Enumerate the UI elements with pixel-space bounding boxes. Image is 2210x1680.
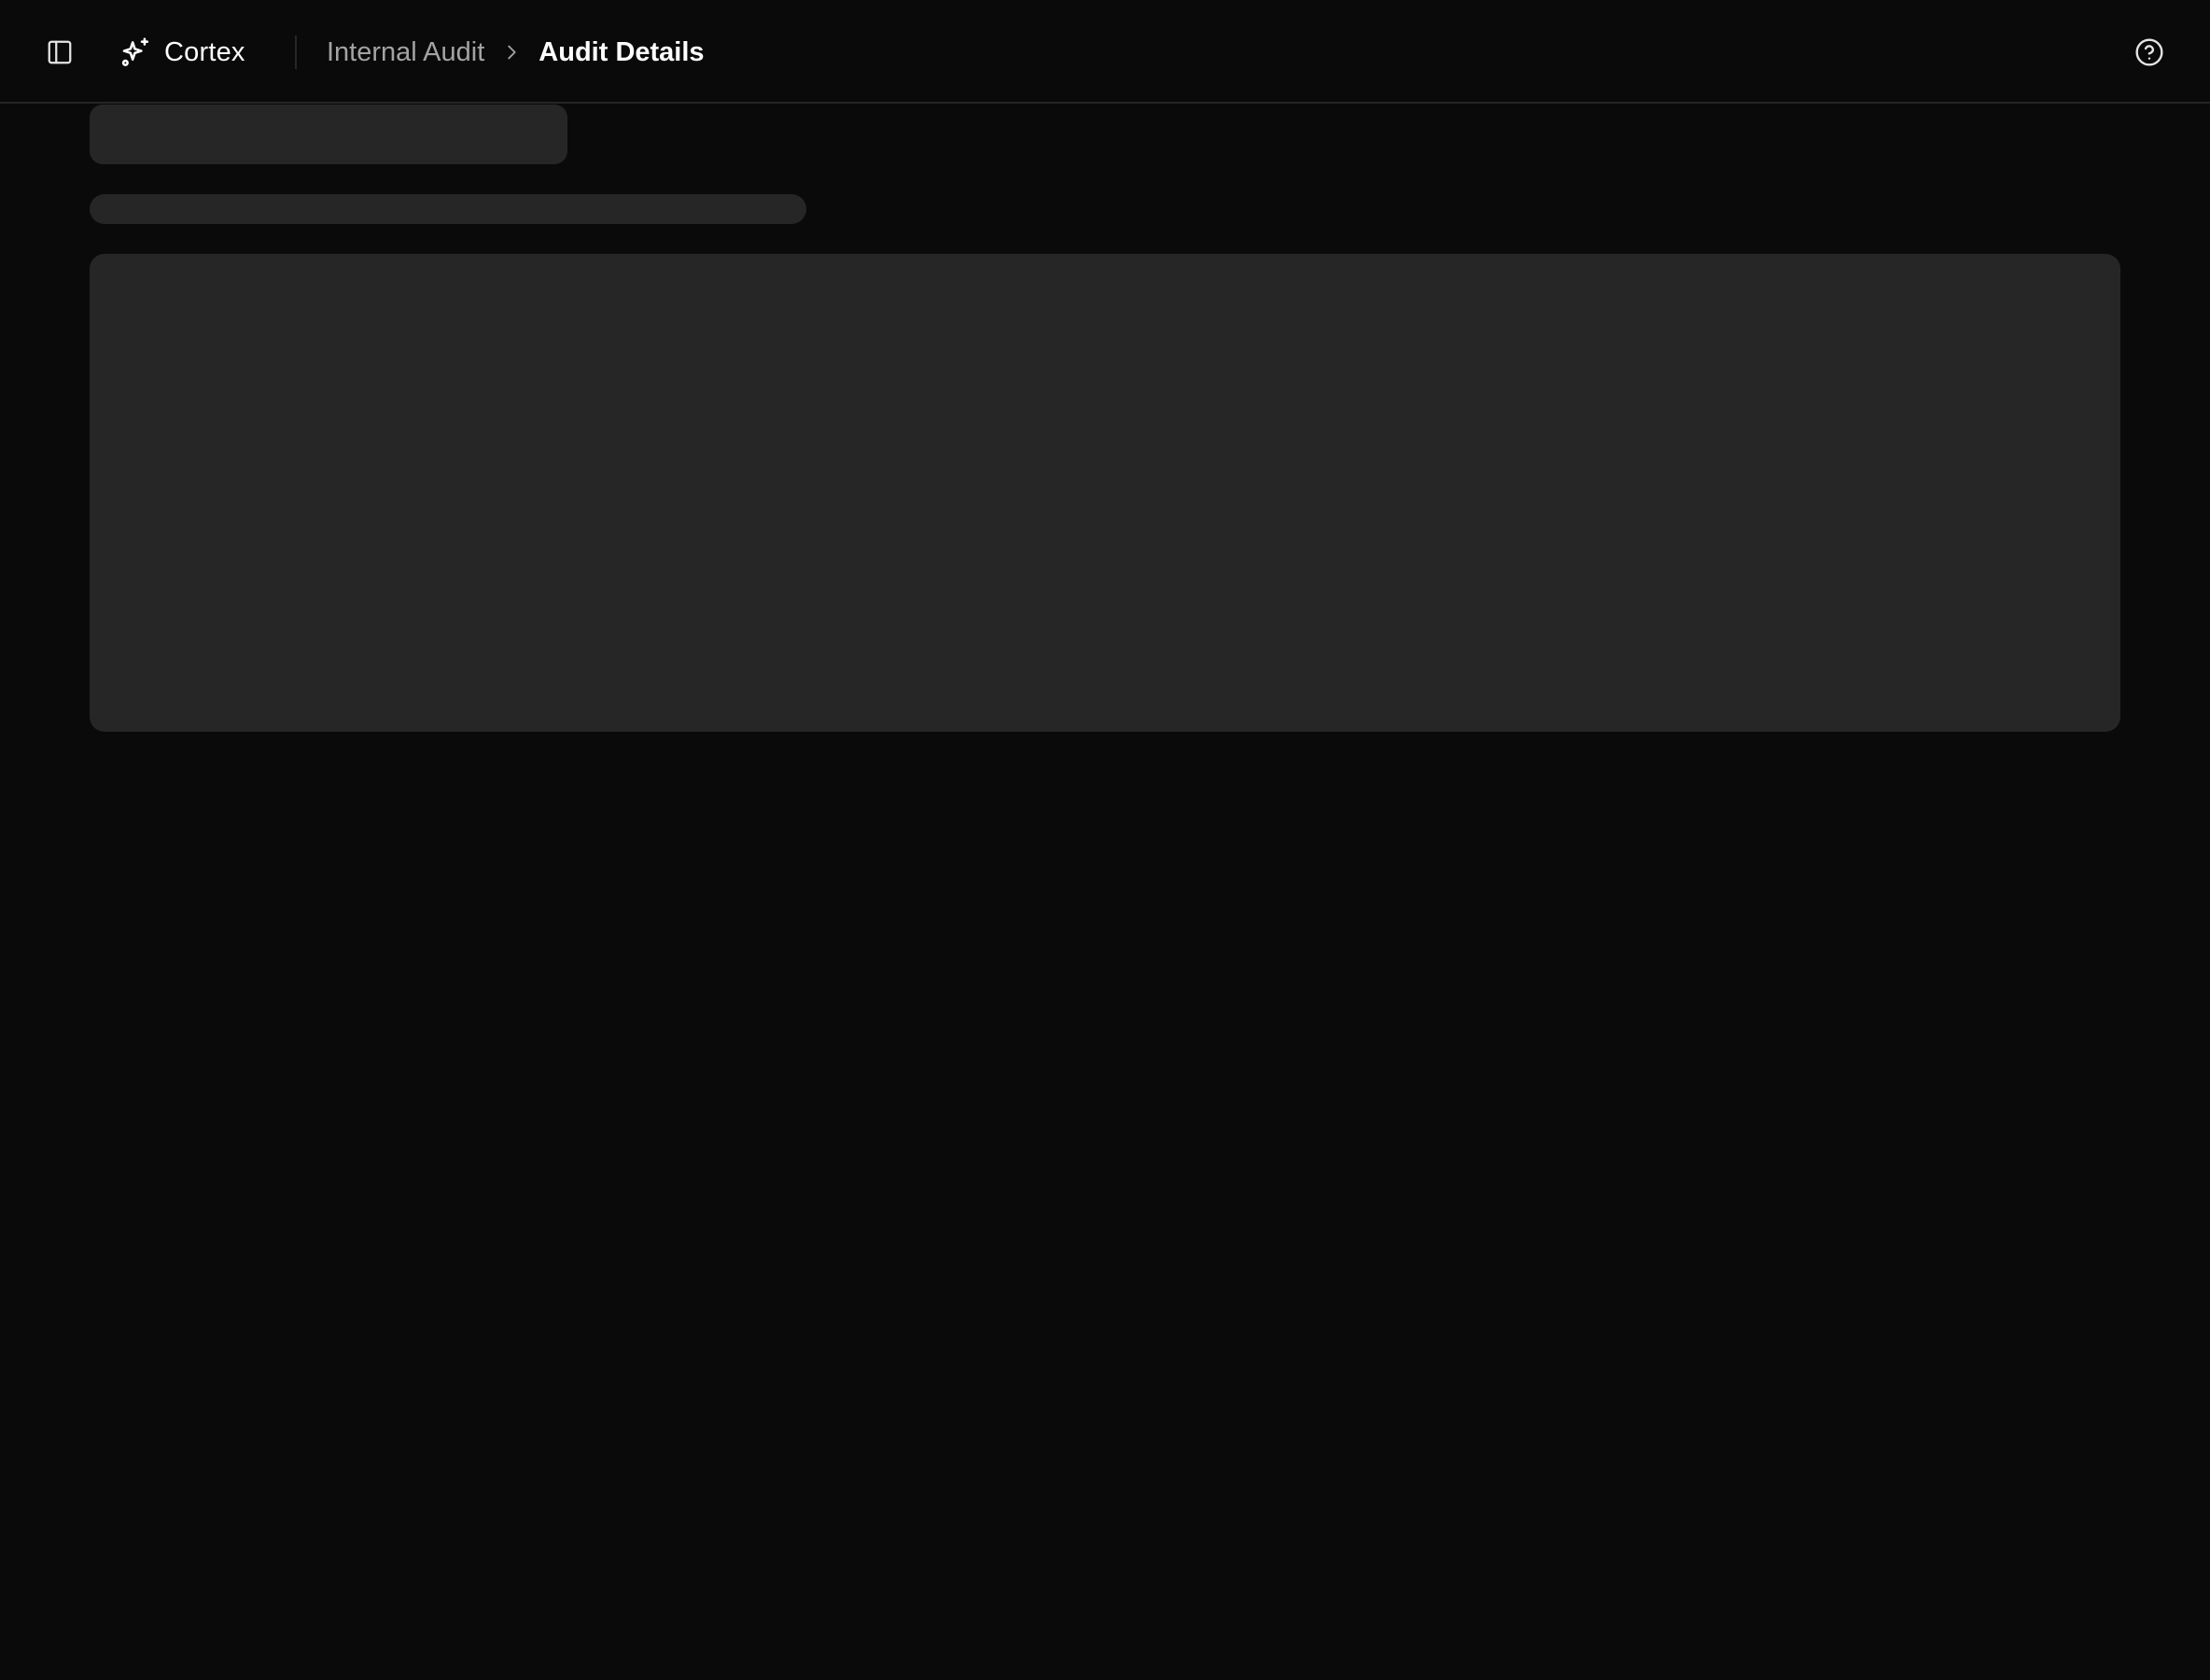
chevron-right-icon <box>508 45 516 60</box>
sidebar-toggle-button[interactable] <box>34 26 86 78</box>
skeleton-subtitle <box>90 194 806 224</box>
top-bar: Cortex Internal Audit Audit Details <box>0 0 2210 104</box>
help-button[interactable] <box>2123 26 2175 78</box>
skeleton-title <box>90 105 567 164</box>
skeleton-content-card <box>90 254 2120 732</box>
breadcrumb-internal-audit[interactable]: Internal Audit <box>327 37 484 68</box>
brand-name: Cortex <box>164 36 245 67</box>
help-circle-icon <box>2135 38 2163 66</box>
panel-left-icon <box>48 40 72 64</box>
header-divider <box>295 35 297 69</box>
breadcrumb-current-page: Audit Details <box>539 36 705 67</box>
sparkles-icon <box>121 37 149 66</box>
breadcrumb: Internal Audit Audit Details <box>327 26 705 78</box>
brand-home-link[interactable]: Cortex <box>119 26 245 78</box>
